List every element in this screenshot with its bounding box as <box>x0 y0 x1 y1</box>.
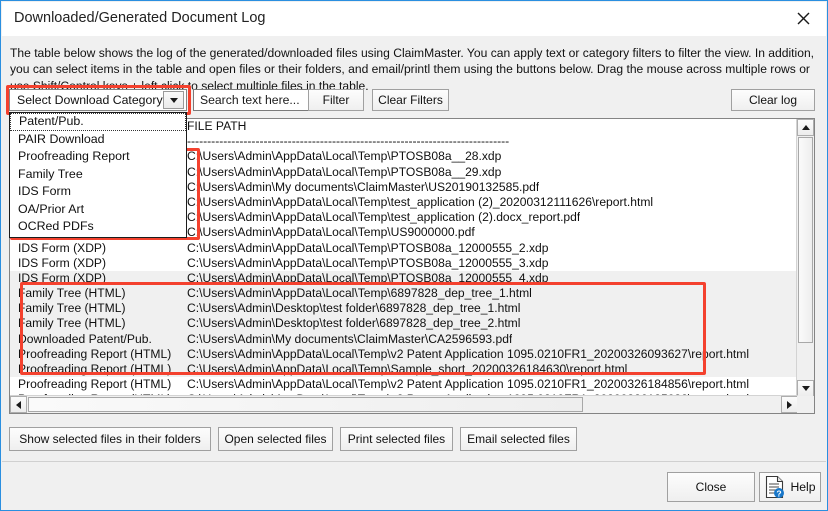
table-row[interactable]: Family Tree (HTML) C:\Users\Admin\Desktop… <box>10 301 798 317</box>
dropdown-option[interactable]: OA/Prior Art <box>10 201 186 219</box>
cell-file-path: C:\Users\Admin\AppData\Local\Temp\PTOSB0… <box>187 240 549 255</box>
cell-category: Family Tree (HTML) <box>18 301 126 316</box>
cell-category: Family Tree (HTML) <box>18 286 126 301</box>
dropdown-option[interactable]: IDS Form <box>10 183 186 201</box>
vertical-scrollbar[interactable] <box>796 119 814 397</box>
description-text: The table below shows the log of the gen… <box>10 46 815 93</box>
table-row[interactable]: Proofreading Report (HTML) C:\Users\Admin… <box>10 346 798 362</box>
chevron-down-icon[interactable] <box>163 91 184 109</box>
cell-file-path: C:\Users\Admin\AppData\Local\Temp\PTOSB0… <box>187 255 549 270</box>
cell-file-path: C:\Users\Admin\AppData\Local\Temp\test_a… <box>187 194 654 209</box>
dialog-body: The table below shows the log of the gen… <box>2 36 826 510</box>
cell-category: IDS Form (XDP) <box>18 240 107 255</box>
horizontal-scrollbar[interactable] <box>10 395 798 413</box>
horizontal-scroll-thumb[interactable] <box>28 397 583 412</box>
cell-file-path: C:\Users\Admin\AppData\Local\Temp\Sample… <box>187 362 628 376</box>
table-row[interactable]: Proofreading Report (HTML) C:\Users\Admin… <box>10 362 798 378</box>
scroll-down-button[interactable] <box>797 380 814 397</box>
cell-category: Family Tree (HTML) <box>18 316 126 331</box>
table-row[interactable]: Proofreading Report (HTML) C:\Users\Admin… <box>10 377 798 392</box>
close-icon <box>797 12 810 25</box>
title-bar: Downloaded/Generated Document Log <box>2 2 826 37</box>
cell-file-path: C:\Users\Admin\My documents\ClaimMaster\… <box>187 179 540 194</box>
cell-category: Proofreading Report (HTML) <box>18 362 172 376</box>
cell-category: IDS Form (XDP) <box>18 270 107 285</box>
scroll-right-button[interactable] <box>781 396 798 413</box>
download-category-combobox[interactable]: Select Download Category <box>9 89 187 111</box>
close-button[interactable] <box>781 2 826 35</box>
dropdown-option[interactable]: PAIR Download <box>10 131 186 149</box>
header-separator-rule: ----------------------------------------… <box>187 134 510 149</box>
dropdown-option[interactable]: OCRed PDFs <box>10 218 186 236</box>
table-row[interactable]: Downloaded Patent/Pub. C:\Users\Admin\My … <box>10 331 798 347</box>
cell-file-path: C:\Users\Admin\AppData\Local\Temp\v2 Pat… <box>187 377 750 392</box>
clear-log-button[interactable]: Clear log <box>731 89 815 111</box>
cell-file-path: C:\Users\Admin\My documents\ClaimMaster\… <box>187 331 513 346</box>
scroll-up-button[interactable] <box>797 119 814 136</box>
scrollbar-corner <box>797 396 814 413</box>
table-row[interactable]: Family Tree (HTML) C:\Users\Admin\Desktop… <box>10 316 798 332</box>
cell-category: Downloaded Patent/Pub. <box>18 331 152 346</box>
table-row[interactable]: IDS Form (XDP) C:\Users\Admin\AppData\Loc… <box>10 241 798 256</box>
cell-file-path: C:\Users\Admin\AppData\Local\Temp\PTOSB0… <box>187 149 502 164</box>
download-category-dropdown-list[interactable]: Patent/Pub. PAIR Download Proofreading Rep… <box>9 112 187 238</box>
show-selected-files-in-folders-button[interactable]: Show selected files in their folders <box>9 427 211 451</box>
footer-divider <box>2 461 826 462</box>
table-row[interactable]: Family Tree (HTML) C:\Users\Admin\AppData… <box>10 286 798 302</box>
filter-button[interactable]: Filter <box>308 89 364 111</box>
vertical-scroll-thumb[interactable] <box>798 137 813 343</box>
email-selected-files-button[interactable]: Email selected files <box>460 427 577 451</box>
cell-file-path: C:\Users\Admin\AppData\Local\Temp\PTOSB0… <box>187 164 502 179</box>
close-dialog-button[interactable]: Close <box>667 472 755 502</box>
cell-file-path: C:\Users\Admin\AppData\Local\Temp\PTOSB0… <box>187 270 549 285</box>
open-selected-files-button[interactable]: Open selected files <box>218 427 333 451</box>
cell-file-path: C:\Users\Admin\AppData\Local\Temp\test_a… <box>187 210 581 225</box>
clear-filters-button[interactable]: Clear Filters <box>372 89 449 111</box>
table-row[interactable]: IDS Form (XDP) C:\Users\Admin\AppData\Loc… <box>10 256 798 271</box>
column-header-path: FILE PATH <box>187 119 247 133</box>
cell-category: Proofreading Report (HTML) <box>18 377 172 392</box>
cell-category: Proofreading Report (HTML) <box>18 346 172 361</box>
cell-file-path: C:\Users\Admin\Desktop\test folder\68978… <box>187 316 521 331</box>
help-button-label: Help <box>790 479 816 494</box>
cell-category: IDS Form (XDP) <box>18 255 107 270</box>
document-log-window: Downloaded/Generated Document Log The ta… <box>0 0 828 511</box>
help-document-icon: ? <box>764 475 786 499</box>
cell-file-path: C:\Users\Admin\AppData\Local\Temp\689782… <box>187 286 532 301</box>
dropdown-option[interactable]: Family Tree <box>10 166 186 184</box>
svg-text:?: ? <box>777 489 782 499</box>
cell-file-path: C:\Users\Admin\AppData\Local\Temp\US9000… <box>187 225 475 240</box>
dropdown-option[interactable]: Proofreading Report <box>10 148 186 166</box>
page-title: Downloaded/Generated Document Log <box>14 10 266 26</box>
cell-file-path: C:\Users\Admin\AppData\Local\Temp\v2 Pat… <box>187 346 750 361</box>
dropdown-option[interactable]: Patent/Pub. <box>10 113 186 131</box>
scroll-left-button[interactable] <box>10 396 27 413</box>
help-button[interactable]: ? Help <box>759 472 821 502</box>
cell-file-path: C:\Users\Admin\Desktop\test folder\68978… <box>187 301 521 316</box>
download-category-value: Select Download Category <box>17 93 163 107</box>
print-selected-files-button[interactable]: Print selected files <box>340 427 453 451</box>
table-row[interactable]: IDS Form (XDP) C:\Users\Admin\AppData\Loc… <box>10 270 798 287</box>
